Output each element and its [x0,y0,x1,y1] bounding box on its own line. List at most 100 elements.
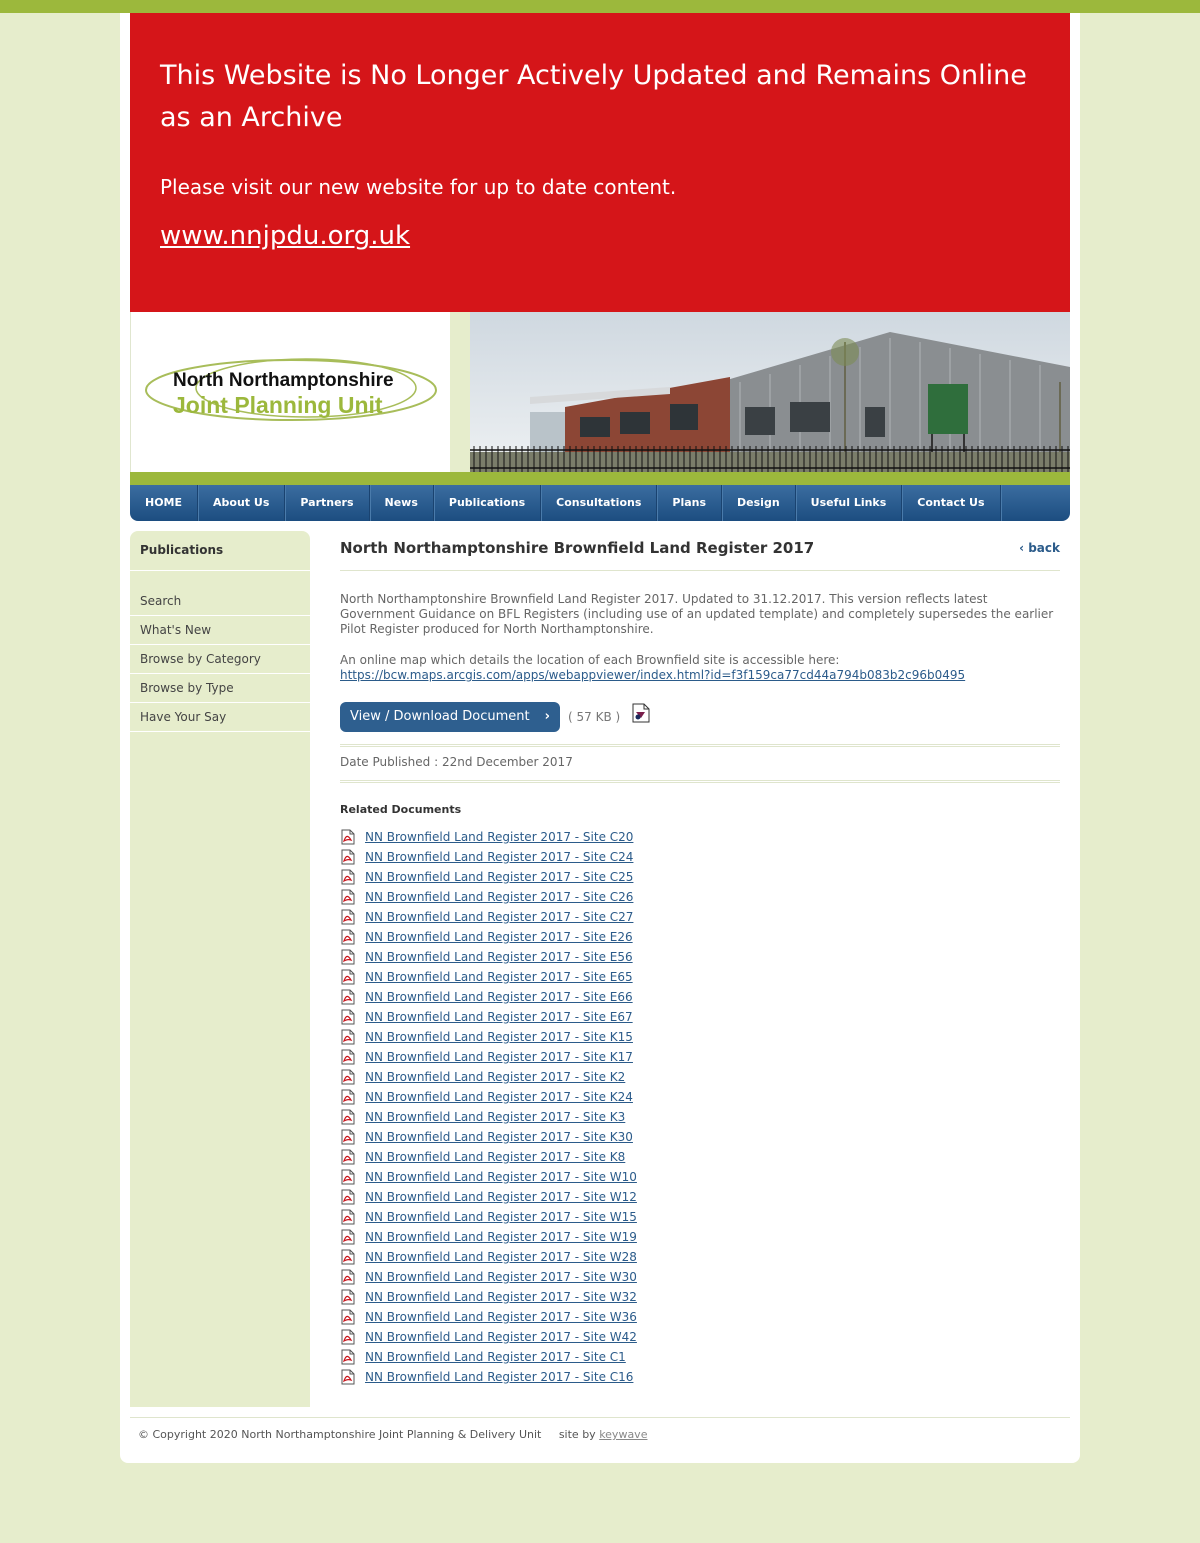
list-item: NN Brownfield Land Register 2017 - Site … [340,1127,637,1147]
sidebar-item-what-s-new[interactable]: What's New [130,616,310,645]
pdf-icon [341,1069,355,1085]
list-item: NN Brownfield Land Register 2017 - Site … [340,887,637,907]
sidebar-item-browse-by-type[interactable]: Browse by Type [130,674,310,703]
pdf-icon [341,1209,355,1225]
chevron-left-icon: ‹ [1019,541,1025,555]
nav-item-design[interactable]: Design [722,485,796,521]
related-document-link[interactable]: NN Brownfield Land Register 2017 - Site … [365,1207,637,1227]
site-logo[interactable]: North Northamptonshire Joint Planning Un… [130,312,451,472]
related-document-link[interactable]: NN Brownfield Land Register 2017 - Site … [365,1127,633,1147]
pdf-icon [341,989,355,1005]
back-link[interactable]: ‹ back [1019,541,1060,555]
related-document-link[interactable]: NN Brownfield Land Register 2017 - Site … [365,827,633,847]
back-label: back [1028,541,1060,555]
list-item: NN Brownfield Land Register 2017 - Site … [340,1307,637,1327]
related-document-link[interactable]: NN Brownfield Land Register 2017 - Site … [365,907,633,927]
related-document-link[interactable]: NN Brownfield Land Register 2017 - Site … [365,1327,637,1347]
header-strip [130,472,1070,485]
download-button[interactable]: View / Download Document › [340,702,560,732]
nav-item-partners[interactable]: Partners [285,485,370,521]
download-button-label: View / Download Document [350,709,530,724]
pdf-icon [341,1009,355,1025]
related-document-link[interactable]: NN Brownfield Land Register 2017 - Site … [365,1287,637,1307]
pdf-icon [341,909,355,925]
pdf-icon [341,1289,355,1305]
nav-item-home[interactable]: HOME [130,485,199,521]
pdf-icon [341,1129,355,1145]
pdf-icon [341,1029,355,1045]
related-document-link[interactable]: NN Brownfield Land Register 2017 - Site … [365,1367,633,1387]
pdf-icon [341,1049,355,1065]
title-divider [340,570,1060,571]
sidebar-item-search[interactable]: Search [130,587,310,616]
list-item: NN Brownfield Land Register 2017 - Site … [340,1107,637,1127]
logo-graphic: North Northamptonshire Joint Planning Un… [145,358,437,421]
top-accent-bar [0,0,1200,13]
pdf-icon [341,1189,355,1205]
related-document-link[interactable]: NN Brownfield Land Register 2017 - Site … [365,1027,633,1047]
related-document-link[interactable]: NN Brownfield Land Register 2017 - Site … [365,867,633,887]
related-document-link[interactable]: NN Brownfield Land Register 2017 - Site … [365,1167,637,1187]
divider [340,780,1060,783]
nav-item-publications[interactable]: Publications [434,485,542,521]
list-item: NN Brownfield Land Register 2017 - Site … [340,1027,637,1047]
main-navigation: HOME About Us Partners News Publications Cons… [130,485,1070,521]
pdf-icon [341,1249,355,1265]
related-document-link[interactable]: NN Brownfield Land Register 2017 - Site … [365,1047,633,1067]
pdf-icon [341,1309,355,1325]
nav-item-plans[interactable]: Plans [657,485,723,521]
related-document-link[interactable]: NN Brownfield Land Register 2017 - Site … [365,987,633,1007]
related-document-link[interactable]: NN Brownfield Land Register 2017 - Site … [365,1007,633,1027]
pdf-icon [341,1229,355,1245]
list-item: NN Brownfield Land Register 2017 - Site … [340,867,637,887]
header-banner-image [470,312,1070,472]
list-item: NN Brownfield Land Register 2017 - Site … [340,847,637,867]
related-document-link[interactable]: NN Brownfield Land Register 2017 - Site … [365,1347,626,1367]
pdf-icon [341,1329,355,1345]
nav-item-useful-links[interactable]: Useful Links [796,485,903,521]
pdf-icon [341,889,355,905]
sidebar-item-browse-by-category[interactable]: Browse by Category [130,645,310,674]
list-item: NN Brownfield Land Register 2017 - Site … [340,987,637,1007]
list-item: NN Brownfield Land Register 2017 - Site … [340,1167,637,1187]
page-title: North Northamptonshire Brownfield Land R… [340,539,815,557]
pdf-icon [341,1169,355,1185]
pdf-icon [341,849,355,865]
pdf-icon [341,829,355,845]
related-documents-heading: Related Documents [340,803,462,816]
document-icon [632,703,650,723]
list-item: NN Brownfield Land Register 2017 - Site … [340,1287,637,1307]
new-website-link[interactable]: www.nnjpdu.org.uk [160,221,410,251]
related-document-link[interactable]: NN Brownfield Land Register 2017 - Site … [365,967,633,987]
sidebar-item-have-your-say[interactable]: Have Your Say [130,703,310,732]
related-document-link[interactable]: NN Brownfield Land Register 2017 - Site … [365,1227,637,1247]
keywave-link[interactable]: keywave [599,1428,647,1441]
chevron-right-icon: › [544,709,550,724]
list-item: NN Brownfield Land Register 2017 - Site … [340,907,637,927]
archive-subtitle: Please visit our new website for up to d… [160,175,677,199]
list-item: NN Brownfield Land Register 2017 - Site … [340,1047,637,1067]
related-document-link[interactable]: NN Brownfield Land Register 2017 - Site … [365,1087,633,1107]
related-document-link[interactable]: NN Brownfield Land Register 2017 - Site … [365,1267,637,1287]
nav-item-about-us[interactable]: About Us [198,485,286,521]
nav-item-consultations[interactable]: Consultations [541,485,658,521]
related-document-link[interactable]: NN Brownfield Land Register 2017 - Site … [365,887,633,907]
related-document-link[interactable]: NN Brownfield Land Register 2017 - Site … [365,1067,625,1087]
related-document-link[interactable]: NN Brownfield Land Register 2017 - Site … [365,847,633,867]
sidebar: Publications Search What's New Browse by C… [130,531,310,1407]
related-document-link[interactable]: NN Brownfield Land Register 2017 - Site … [365,1147,625,1167]
related-document-link[interactable]: NN Brownfield Land Register 2017 - Site … [365,1307,637,1327]
nav-item-contact-us[interactable]: Contact Us [902,485,1001,521]
date-published: Date Published : 22nd December 2017 [340,755,573,769]
related-document-link[interactable]: NN Brownfield Land Register 2017 - Site … [365,1187,637,1207]
related-document-link[interactable]: NN Brownfield Land Register 2017 - Site … [365,1107,625,1127]
copyright-text: © Copyright 2020 North Northamptonshire … [138,1428,542,1441]
related-document-link[interactable]: NN Brownfield Land Register 2017 - Site … [365,1247,637,1267]
file-size: ( 57 KB ) [568,710,621,724]
list-item: NN Brownfield Land Register 2017 - Site … [340,1187,637,1207]
header-gap [450,312,470,472]
related-document-link[interactable]: NN Brownfield Land Register 2017 - Site … [365,947,633,967]
nav-item-news[interactable]: News [370,485,434,521]
related-document-link[interactable]: NN Brownfield Land Register 2017 - Site … [365,927,633,947]
map-link[interactable]: https://bcw.maps.arcgis.com/apps/webappv… [340,668,965,682]
